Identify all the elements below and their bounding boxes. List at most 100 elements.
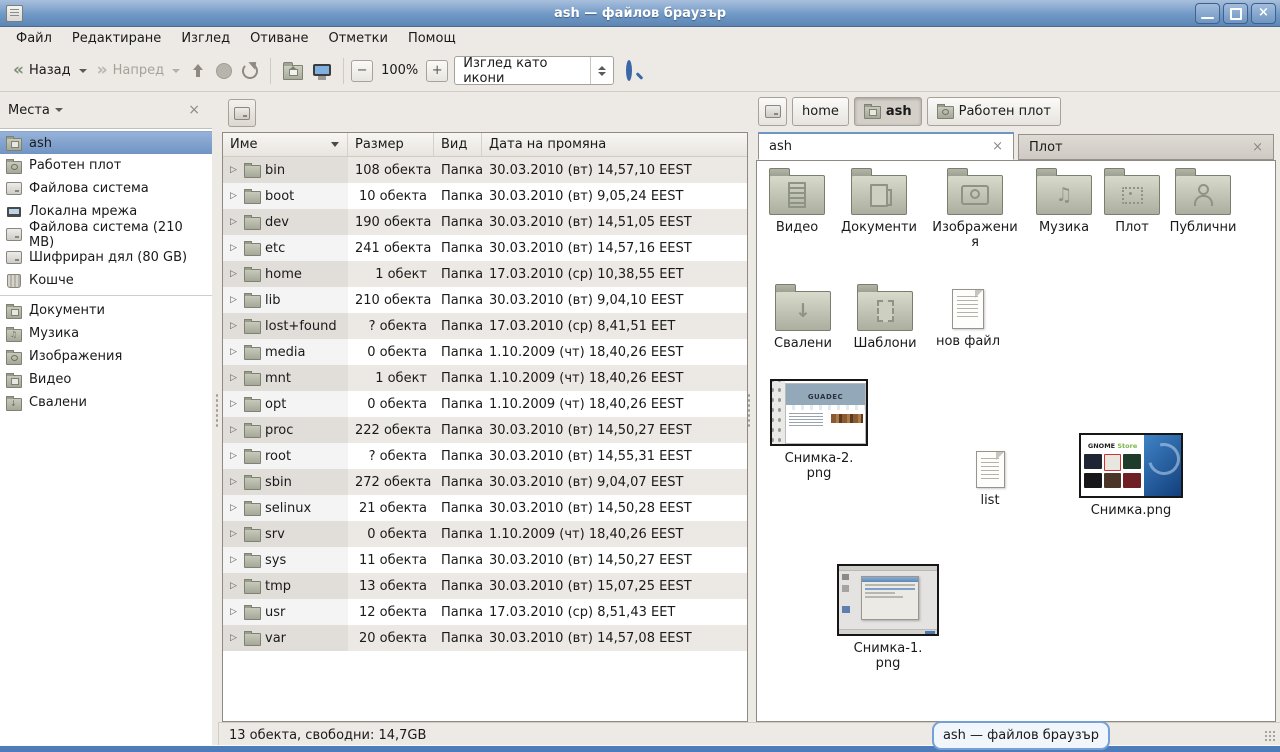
tree-root-button[interactable] — [228, 99, 256, 127]
reload-button[interactable] — [237, 59, 263, 83]
sidebar-item-documents[interactable]: Документи — [0, 299, 212, 322]
tab-close-icon[interactable]: × — [1252, 140, 1263, 155]
table-row[interactable]: ▷media0 обектаПапка1.10.2009 (чт) 18,40,… — [223, 339, 747, 365]
expander-icon[interactable]: ▷ — [230, 243, 240, 253]
file-item-new-file[interactable]: нов файл — [922, 283, 1014, 349]
table-row[interactable]: ▷sbin272 обектаПапка30.03.2010 (вт) 9,04… — [223, 469, 747, 495]
view-mode-select[interactable]: Изглед като икони — [454, 56, 614, 85]
table-row[interactable]: ▷selinux21 обектаПапка30.03.2010 (вт) 14… — [223, 495, 747, 521]
path-home-button[interactable]: home — [792, 97, 849, 126]
home-button[interactable] — [278, 57, 308, 84]
sidebar-item-encrypted-80gb[interactable]: Шифриран дял (80 GB) — [0, 246, 212, 269]
icon-view[interactable]: Видео Документи Изображения ♫ Музика Пло… — [756, 160, 1276, 722]
expander-icon[interactable]: ▷ — [230, 607, 240, 617]
menu-bookmarks[interactable]: Отметки — [318, 29, 397, 48]
path-root-button[interactable] — [758, 97, 787, 126]
resize-grip[interactable] — [1264, 730, 1277, 743]
table-row[interactable]: ▷bin108 обектаПапка30.03.2010 (вт) 14,57… — [223, 157, 747, 183]
menu-file[interactable]: Файл — [6, 29, 62, 48]
table-row[interactable]: ▷boot10 обектаПапка30.03.2010 (вт) 9,05,… — [223, 183, 747, 209]
table-row[interactable]: ▷usr12 обектаПапка17.03.2010 (ср) 8,51,4… — [223, 599, 747, 625]
expander-icon[interactable]: ▷ — [230, 477, 240, 487]
stop-button[interactable] — [211, 59, 237, 83]
forward-button[interactable]: » Напред — [92, 58, 185, 83]
sidebar-pane-selector[interactable]: Места — [8, 103, 184, 118]
menu-edit[interactable]: Редактиране — [62, 29, 171, 48]
sidebar-item-home[interactable]: ash — [0, 131, 212, 154]
table-row[interactable]: ▷sys11 обектаПапка30.03.2010 (вт) 14,50,… — [223, 547, 747, 573]
menu-go[interactable]: Отиване — [240, 29, 318, 48]
file-item-list[interactable]: list — [944, 445, 1036, 508]
expander-icon[interactable]: ▷ — [230, 633, 240, 643]
table-row[interactable]: ▷opt0 обектаПапка1.10.2009 (чт) 18,40,26… — [223, 391, 747, 417]
folder-item-downloads[interactable]: ↓ Свалени — [757, 283, 849, 351]
table-row[interactable]: ▷lost+found? обектаПапка17.03.2010 (ср) … — [223, 313, 747, 339]
column-header-type[interactable]: Вид — [434, 133, 482, 156]
tab-close-icon[interactable]: × — [992, 139, 1003, 154]
computer-button[interactable] — [308, 62, 336, 80]
column-header-size[interactable]: Размер — [348, 133, 434, 156]
table-row[interactable]: ▷lib210 обектаПапка30.03.2010 (вт) 9,04,… — [223, 287, 747, 313]
expander-icon[interactable]: ▷ — [230, 165, 240, 175]
forward-history-chevron-icon[interactable] — [172, 69, 180, 73]
sidebar-item-trash[interactable]: Кошче — [0, 269, 212, 292]
menu-help[interactable]: Помощ — [398, 29, 466, 48]
expander-icon[interactable]: ▷ — [230, 555, 240, 565]
zoom-out-button[interactable]: − — [351, 60, 373, 82]
pane-splitter-left[interactable] — [212, 92, 222, 746]
titlebar[interactable]: ash — файлов браузър × — [0, 0, 1280, 27]
view-mode-spinner[interactable] — [590, 57, 613, 84]
expander-icon[interactable]: ▷ — [230, 503, 240, 513]
expander-icon[interactable]: ▷ — [230, 347, 240, 357]
table-row[interactable]: ▷root? обектаПапка30.03.2010 (вт) 14,55,… — [223, 443, 747, 469]
file-item-snimka[interactable]: GNOME Store Снимка.png — [1080, 433, 1182, 518]
folder-item-video[interactable]: Видео — [751, 167, 843, 235]
folder-item-templates[interactable]: Шаблони — [839, 283, 931, 351]
table-row[interactable]: ▷tmp13 обектаПапка30.03.2010 (вт) 15,07,… — [223, 573, 747, 599]
sidebar-item-downloads[interactable]: ↓ Свалени — [0, 391, 212, 414]
path-desktop-button[interactable]: Работен плот — [927, 97, 1061, 126]
table-row[interactable]: ▷dev190 обектаПапка30.03.2010 (вт) 14,51… — [223, 209, 747, 235]
expander-icon[interactable]: ▷ — [230, 191, 240, 201]
sidebar-item-filesystem[interactable]: Файлова система — [0, 177, 212, 200]
expander-icon[interactable]: ▷ — [230, 581, 240, 591]
sidebar-item-desktop[interactable]: Работен плот — [0, 154, 212, 177]
tab-plot[interactable]: Плот × — [1018, 134, 1274, 160]
folder-item-public[interactable]: Публични — [1157, 167, 1249, 235]
back-history-chevron-icon[interactable] — [79, 69, 87, 73]
table-row[interactable]: ▷srv0 обектаПапка1.10.2009 (чт) 18,40,26… — [223, 521, 747, 547]
table-row[interactable]: ▷home1 обектПапка17.03.2010 (ср) 10,38,5… — [223, 261, 747, 287]
path-ash-button[interactable]: ash — [854, 97, 922, 126]
table-row[interactable]: ▷var20 обектаПапка30.03.2010 (вт) 14,57,… — [223, 625, 747, 651]
maximize-button[interactable] — [1223, 3, 1248, 24]
sidebar-item-music[interactable]: ♫ Музика — [0, 322, 212, 345]
folder-item-pictures[interactable]: Изображения — [932, 167, 1018, 250]
zoom-in-button[interactable]: + — [426, 60, 448, 82]
taskbar-window-tooltip[interactable]: ash — файлов браузър — [932, 721, 1110, 750]
column-header-date[interactable]: Дата на промяна — [482, 133, 747, 156]
folder-item-documents[interactable]: Документи — [833, 167, 925, 235]
expander-icon[interactable]: ▷ — [230, 269, 240, 279]
expander-icon[interactable]: ▷ — [230, 295, 240, 305]
column-header-name[interactable]: Име — [223, 133, 348, 156]
sidebar-item-filesystem-210mb[interactable]: Файлова система (210 MB) — [0, 223, 212, 246]
file-item-snimka2[interactable]: GUADEC Снимка-2.png — [769, 379, 869, 481]
table-row[interactable]: ▷proc222 обектаПапка30.03.2010 (вт) 14,5… — [223, 417, 747, 443]
expander-icon[interactable]: ▷ — [230, 399, 240, 409]
tab-ash[interactable]: ash × — [758, 132, 1014, 160]
close-button[interactable]: × — [1251, 3, 1276, 24]
expander-icon[interactable]: ▷ — [230, 425, 240, 435]
file-item-snimka1[interactable]: Снимка-1.png — [837, 564, 939, 671]
table-row[interactable]: ▷etc241 обектаПапка30.03.2010 (вт) 14,57… — [223, 235, 747, 261]
expander-icon[interactable]: ▷ — [230, 529, 240, 539]
minimize-button[interactable] — [1195, 3, 1220, 24]
menu-view[interactable]: Изглед — [171, 29, 240, 48]
sidebar-item-video[interactable]: Видео — [0, 368, 212, 391]
expander-icon[interactable]: ▷ — [230, 373, 240, 383]
back-button[interactable]: « Назад — [8, 58, 92, 83]
expander-icon[interactable]: ▷ — [230, 321, 240, 331]
expander-icon[interactable]: ▷ — [230, 451, 240, 461]
up-button[interactable] — [185, 59, 211, 83]
sidebar-close-button[interactable]: × — [184, 102, 204, 118]
search-button[interactable] — [614, 63, 640, 78]
